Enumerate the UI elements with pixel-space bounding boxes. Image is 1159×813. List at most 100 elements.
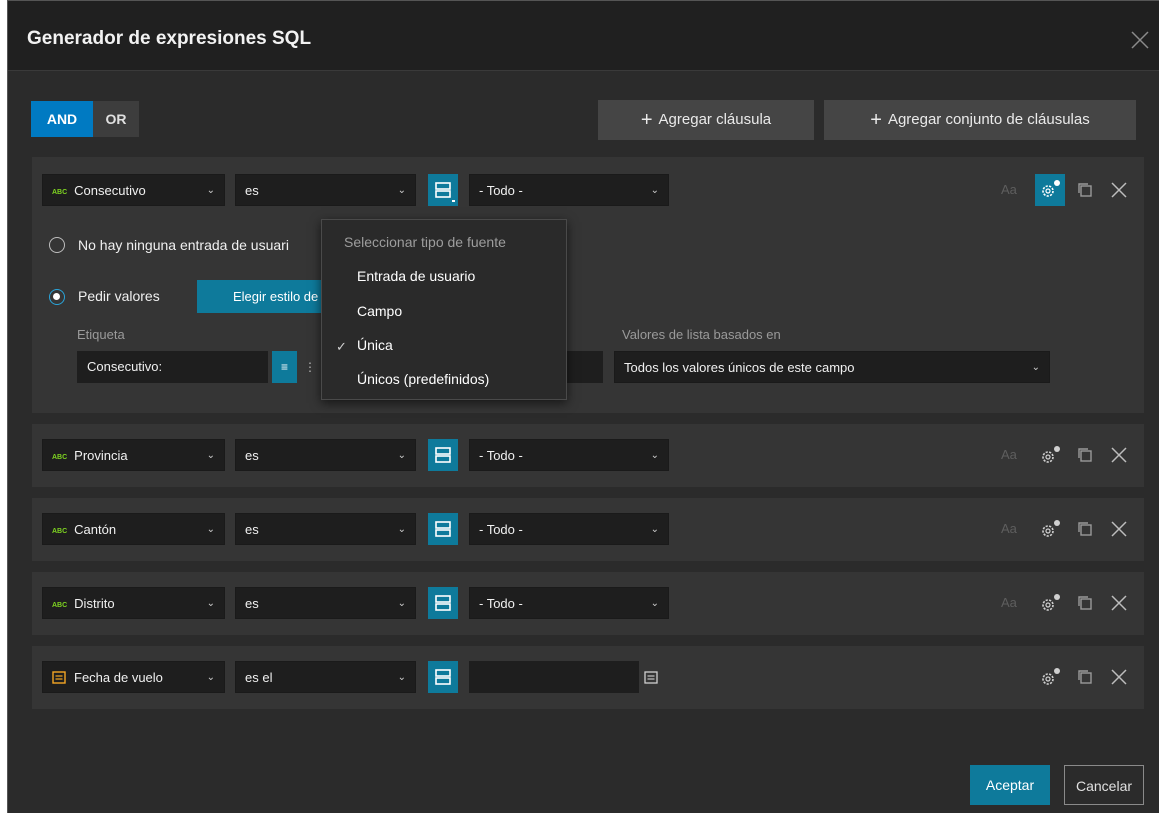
case-sensitive-button[interactable]: Aa [1001, 595, 1017, 610]
chevron-down-icon: ⌄ [206, 185, 215, 196]
source-type-button[interactable] [428, 513, 458, 545]
operator-label: es [245, 596, 259, 611]
case-sensitive-button[interactable]: Aa [1001, 447, 1017, 462]
chevron-down-icon: ⌄ [650, 450, 659, 461]
source-type-button[interactable] [428, 587, 458, 619]
value-dropdown[interactable]: - Todo - ⌄ [469, 174, 669, 206]
grid-style-icon[interactable]: ⋮ [300, 351, 320, 383]
settings-gear-icon[interactable] [1037, 515, 1063, 543]
calendar-icon [52, 671, 66, 684]
delete-icon[interactable] [1110, 668, 1128, 686]
label-input[interactable]: Consecutivo: [77, 351, 268, 383]
chevron-down-icon: ⌄ [650, 598, 659, 609]
operator-label: es [245, 448, 259, 463]
chevron-down-icon: ⌄ [650, 185, 659, 196]
source-type-button[interactable] [428, 661, 458, 693]
field-dropdown[interactable]: ABC Distrito ⌄ [42, 587, 225, 619]
duplicate-icon[interactable] [1077, 447, 1093, 463]
duplicate-icon[interactable] [1077, 669, 1093, 685]
accept-button[interactable]: Aceptar [970, 765, 1050, 805]
operator-dropdown[interactable]: es ⌄ [235, 587, 416, 619]
chevron-down-icon: ⌄ [397, 672, 406, 683]
chevron-down-icon: ⌄ [397, 598, 406, 609]
chevron-down-icon: ⌄ [206, 672, 215, 683]
settings-gear-icon[interactable] [1037, 441, 1063, 469]
clause-row: ABC Distrito ⌄ es ⌄ - Todo - ⌄ Aa [32, 572, 1144, 635]
clause-row: Fecha de vuelo ⌄ es el ⌄ [32, 646, 1144, 709]
list-values-dropdown[interactable]: Todos los valores únicos de este campo ⌄ [614, 351, 1050, 383]
duplicate-icon[interactable] [1077, 182, 1093, 198]
duplicate-icon[interactable] [1077, 595, 1093, 611]
duplicate-icon[interactable] [1077, 521, 1093, 537]
cancel-button[interactable]: Cancelar [1064, 765, 1144, 805]
and-toggle-button[interactable]: AND [31, 101, 93, 137]
add-clause-set-button[interactable]: + Agregar conjunto de cláusulas [824, 100, 1136, 140]
chevron-down-icon: ⌄ [397, 524, 406, 535]
chevron-down-icon: ⌄ [397, 185, 406, 196]
add-clause-label: Agregar cláusula [658, 111, 772, 128]
add-clause-button[interactable]: + Agregar cláusula [598, 100, 814, 140]
menu-item-user-input[interactable]: Entrada de usuario [357, 268, 475, 284]
hint-input[interactable] [563, 351, 603, 383]
or-toggle-button[interactable]: OR [93, 101, 139, 137]
plus-icon: + [640, 109, 653, 131]
dialog-header: Generador de expresiones SQL [8, 1, 1159, 71]
checkmark-icon: ✓ [336, 339, 347, 354]
menu-item-unique-predefined[interactable]: Únicos (predefinidos) [357, 371, 489, 387]
clause-row: ABC Cantón ⌄ es ⌄ - Todo - ⌄ Aa [32, 498, 1144, 561]
text-field-icon: ABC [52, 189, 68, 196]
label-caption: Etiqueta [77, 327, 125, 342]
ask-values-label: Pedir valores [78, 288, 160, 304]
settings-gear-icon[interactable] [1037, 589, 1063, 617]
plus-icon: + [870, 109, 882, 131]
add-clause-set-label: Agregar conjunto de cláusulas [887, 111, 1090, 128]
case-sensitive-button[interactable]: Aa [1001, 182, 1017, 197]
field-label: Provincia [74, 448, 128, 463]
value-dropdown[interactable]: - Todo - ⌄ [469, 513, 669, 545]
delete-icon[interactable] [1110, 181, 1128, 199]
field-label: Consecutivo [74, 183, 146, 198]
field-dropdown[interactable]: Fecha de vuelo ⌄ [42, 661, 225, 693]
field-label: Fecha de vuelo [74, 670, 163, 685]
value-label: - Todo - [479, 183, 523, 198]
source-type-button[interactable] [428, 174, 458, 206]
operator-dropdown[interactable]: es el ⌄ [235, 661, 416, 693]
chevron-down-icon: ⌄ [1031, 362, 1040, 373]
date-input[interactable] [469, 661, 639, 693]
list-style-icon[interactable]: ≡ [272, 351, 297, 383]
chevron-down-icon: ⌄ [206, 524, 215, 535]
operator-label: es [245, 522, 259, 537]
ask-values-radio[interactable] [49, 289, 65, 305]
menu-item-unique[interactable]: Única [357, 337, 393, 353]
value-label: - Todo - [479, 596, 523, 611]
value-label: - Todo - [479, 448, 523, 463]
case-sensitive-button[interactable]: Aa [1001, 521, 1017, 536]
source-type-button[interactable] [428, 439, 458, 471]
operator-label: es el [245, 670, 273, 685]
settings-gear-icon[interactable] [1037, 663, 1063, 691]
no-user-input-radio[interactable] [49, 237, 65, 253]
close-icon[interactable] [1129, 29, 1151, 51]
list-values-selected: Todos los valores únicos de este campo [624, 360, 855, 375]
operator-dropdown[interactable]: es ⌄ [235, 439, 416, 471]
operator-dropdown[interactable]: es ⌄ [235, 174, 416, 206]
logic-toggle: AND OR [31, 101, 139, 137]
source-type-menu-header: Seleccionar tipo de fuente [344, 234, 506, 250]
clause-row: ABC Consecutivo ⌄ es ⌄ - Todo - ⌄ Aa No … [32, 157, 1144, 413]
value-label: - Todo - [479, 522, 523, 537]
value-dropdown[interactable]: - Todo - ⌄ [469, 587, 669, 619]
delete-icon[interactable] [1110, 520, 1128, 538]
settings-gear-icon[interactable] [1035, 174, 1065, 206]
field-dropdown[interactable]: ABC Cantón ⌄ [42, 513, 225, 545]
text-field-icon: ABC [52, 528, 68, 535]
operator-dropdown[interactable]: es ⌄ [235, 513, 416, 545]
field-dropdown[interactable]: ABC Consecutivo ⌄ [42, 174, 225, 206]
value-dropdown[interactable]: - Todo - ⌄ [469, 439, 669, 471]
clause-row: ABC Provincia ⌄ es ⌄ - Todo - ⌄ Aa [32, 424, 1144, 487]
field-dropdown[interactable]: ABC Provincia ⌄ [42, 439, 225, 471]
calendar-icon[interactable] [644, 670, 658, 684]
menu-item-field[interactable]: Campo [357, 303, 402, 319]
delete-icon[interactable] [1110, 446, 1128, 464]
text-field-icon: ABC [52, 454, 68, 461]
delete-icon[interactable] [1110, 594, 1128, 612]
